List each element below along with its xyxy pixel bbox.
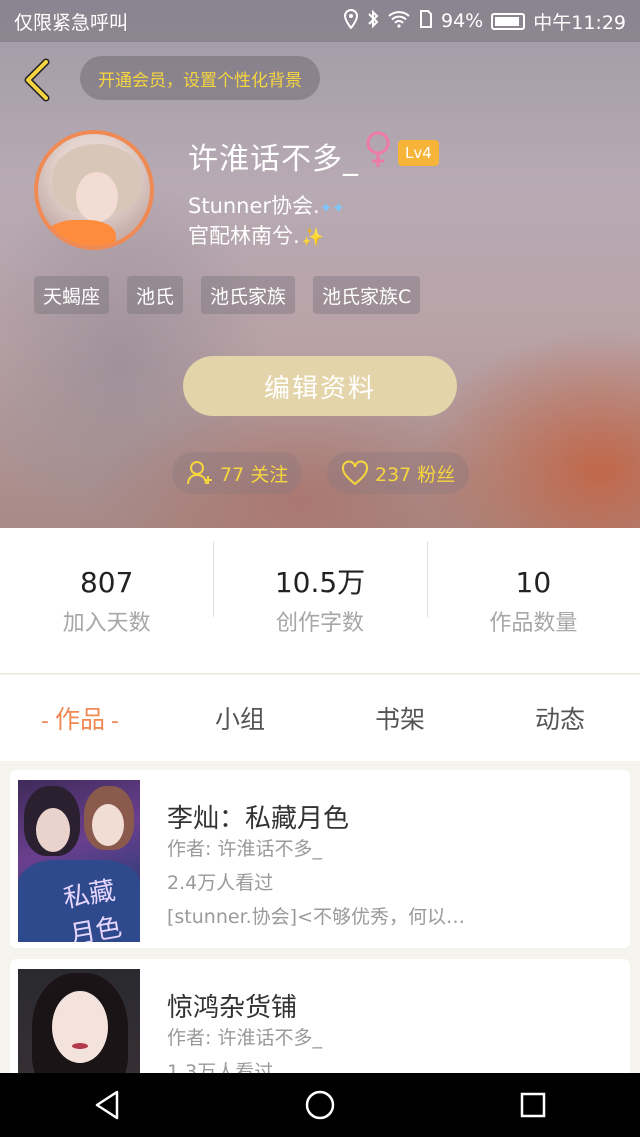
tab-bookshelf[interactable]: 书架 <box>320 700 480 736</box>
bio-line-2-text: 官配林南兮. <box>188 224 300 248</box>
list-item[interactable]: 惊鸿杂货铺 作者: 许淮话不多_ 1.3万人看过 <box>10 959 630 1073</box>
list-item[interactable]: 私藏月色 李灿：私藏月色 作者: 许淮话不多_ 2.4万人看过 [stunner… <box>10 770 630 948</box>
stat-value: 10 <box>515 565 552 599</box>
square-recents-icon <box>521 1092 546 1118</box>
tab-works-label: 作品 <box>54 705 105 734</box>
circle-home-icon <box>305 1090 335 1120</box>
female-icon <box>364 130 392 174</box>
book-title: 李灿：私藏月色 <box>167 804 350 834</box>
works-list[interactable]: 私藏月色 李灿：私藏月色 作者: 许淮话不多_ 2.4万人看过 [stunner… <box>0 761 640 1073</box>
stat-works-count: 10 作品数量 <box>426 540 640 637</box>
tab-active-indicator: - <box>41 709 49 734</box>
stat-label: 创作字数 <box>275 610 364 636</box>
following-count: 77 关注 <box>220 463 289 486</box>
stat-word-count: 10.5万 创作字数 <box>213 540 426 637</box>
vip-banner-button[interactable]: 开通会员，设置个性化背景 <box>80 56 320 100</box>
bio-line-1: Stunner协会.✦✦ <box>188 190 345 220</box>
battery-icon <box>491 12 526 30</box>
book-views: 1.3万人看过 <box>167 1061 274 1073</box>
stat-days-joined: 807 加入天数 <box>0 565 213 637</box>
book-description: [stunner.协会]<不够优秀，何以… <box>167 906 466 928</box>
tab-group[interactable]: 小组 <box>160 700 320 736</box>
carrier-text: 仅限紧急呼叫 <box>14 11 129 34</box>
heart-icon <box>342 460 368 486</box>
bio-line-2: 官配林南兮. ✨ <box>188 220 324 250</box>
book-views: 2.4万人看过 <box>167 872 274 894</box>
clock: 中午11:29 <box>533 11 626 34</box>
tag-item[interactable]: 池氏家族C <box>313 276 421 314</box>
level-badge: Lv4 <box>398 140 439 166</box>
book-cover <box>18 969 140 1073</box>
tab-works[interactable]: - 作品 - <box>0 700 160 736</box>
nav-back-button[interactable] <box>67 1073 147 1137</box>
nav-recents-button[interactable] <box>493 1073 573 1137</box>
bio-line-1-text: Stunner协会. <box>188 194 320 218</box>
system-nav-bar <box>0 1073 640 1137</box>
stat-value: 10.5万 <box>274 565 366 599</box>
stat-value: 807 <box>79 565 134 599</box>
tag-list: 天蝎座 池氏 池氏家族 池氏家族C <box>34 276 421 314</box>
cover-title: 私藏月色 <box>61 875 125 942</box>
sim-icon <box>419 9 433 34</box>
stat-label: 作品数量 <box>489 610 578 636</box>
username: 许淮话不多_ <box>188 142 359 177</box>
sparkle-icon: ✦✦ <box>319 199 345 217</box>
add-user-icon <box>187 461 212 485</box>
edit-profile-button[interactable]: 编辑资料 <box>183 356 457 416</box>
battery-percent: 94% <box>441 10 484 32</box>
avatar[interactable] <box>34 130 154 250</box>
following-button[interactable]: 77 关注 <box>172 452 303 494</box>
followers-button[interactable]: 237 粉丝 <box>327 452 470 494</box>
book-cover: 私藏月色 <box>18 780 140 942</box>
tag-item[interactable]: 池氏 <box>127 276 184 314</box>
followers-count: 237 粉丝 <box>375 463 456 486</box>
tab-activity[interactable]: 动态 <box>480 700 640 736</box>
location-icon <box>343 8 359 34</box>
book-title: 惊鸿杂货铺 <box>167 993 298 1023</box>
nav-home-button[interactable] <box>280 1073 360 1137</box>
book-author: 作者: 许淮话不多_ <box>167 838 322 860</box>
chevron-left-icon <box>24 58 50 102</box>
tag-item[interactable]: 天蝎座 <box>34 276 110 314</box>
stats-bar: 807 加入天数 10.5万 创作字数 10 作品数量 <box>0 528 640 674</box>
profile-tabs: - 作品 - 小组 书架 动态 <box>0 675 640 761</box>
bluetooth-icon <box>367 9 379 34</box>
tab-active-indicator: - <box>111 709 119 734</box>
stat-label: 加入天数 <box>62 610 151 636</box>
wifi-icon <box>387 10 411 33</box>
sparkle-icon: ✨ <box>301 227 325 248</box>
back-button[interactable] <box>16 58 56 102</box>
status-icons: 94% 中午11:29 <box>343 8 626 35</box>
status-bar: 仅限紧急呼叫 94% 中午11:29 <box>0 0 640 42</box>
tag-item[interactable]: 池氏家族 <box>201 276 296 314</box>
book-author: 作者: 许淮话不多_ <box>167 1027 322 1049</box>
triangle-back-icon <box>95 1090 118 1120</box>
profile-header: 仅限紧急呼叫 94% 中午11:29 开通会员，设置个性化背景 许淮话不多_ L… <box>0 0 640 528</box>
